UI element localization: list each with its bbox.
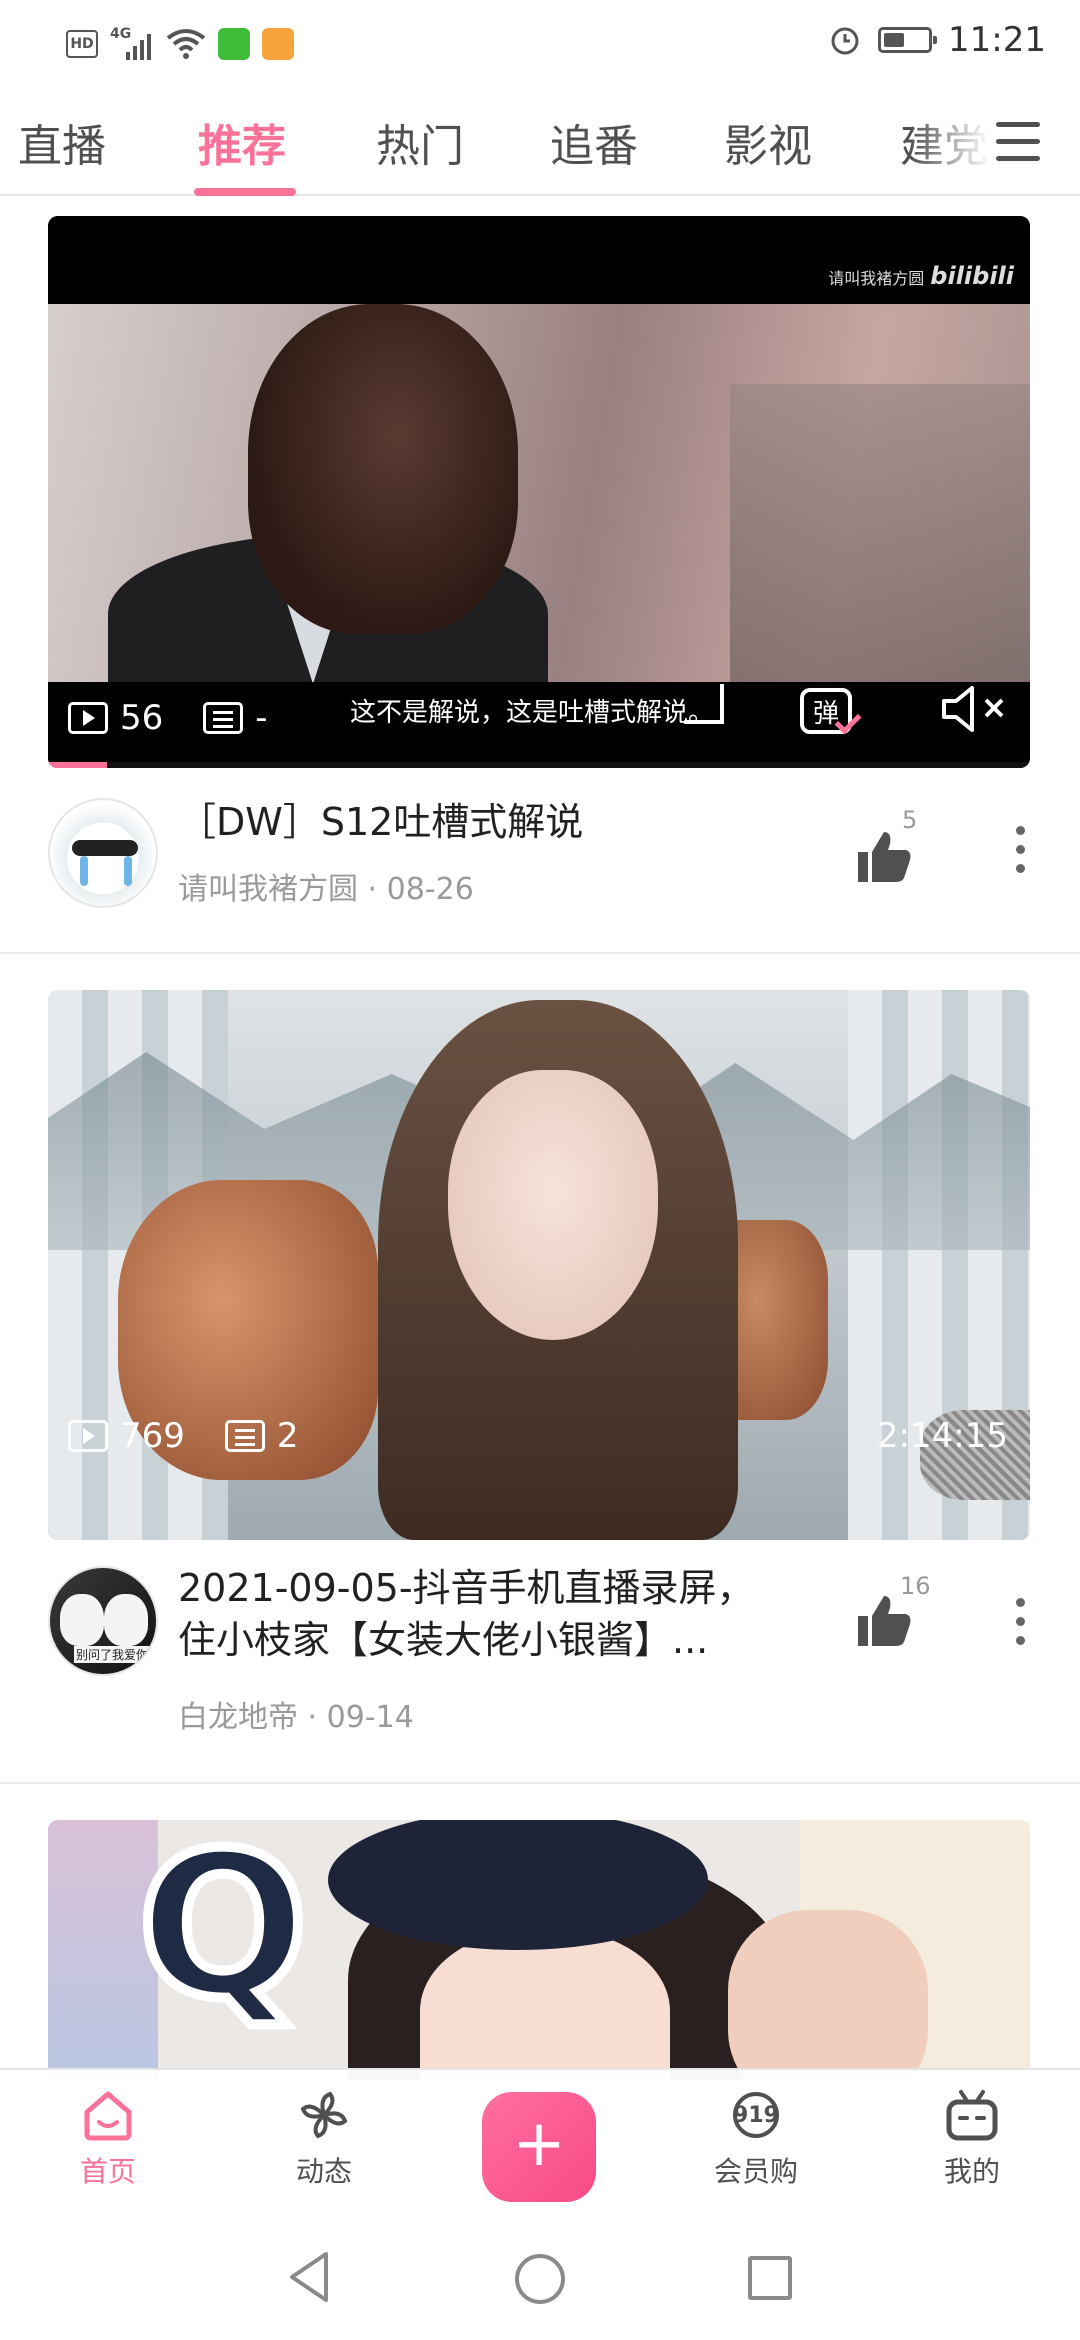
nav-mine-label: 我的 (943, 2155, 1000, 2188)
nav-home[interactable]: 首页 (48, 2088, 168, 2190)
alarm-icon (831, 27, 859, 55)
tab-live[interactable]: 直播 (18, 110, 106, 174)
fullscreen-icon[interactable] (684, 684, 724, 724)
play-count-icon (68, 1420, 108, 1452)
video-title[interactable]: 2021-09-05-抖音手机直播录屏，住小枝家【女装大佬小银酱】... (178, 1562, 768, 1666)
category-tabs: 直播 推荐 热门 追番 影视 建党 (0, 92, 1080, 196)
status-bar: HD 4G 11:21 (0, 0, 1080, 92)
video-stats: 769 2 (68, 1416, 299, 1456)
video-meta: ［DW］S12吐槽式解说 请叫我褚方圆 · 08-26 5 (0, 768, 1080, 908)
home-circle-icon[interactable] (515, 2254, 565, 2304)
vip-shop-icon: 919 (729, 2088, 783, 2142)
like-count: 5 (902, 806, 918, 834)
like-count: 16 (900, 1572, 931, 1600)
nav-vip-shop-label: 会员购 (713, 2155, 798, 2188)
tab-movies[interactable]: 影视 (724, 110, 812, 174)
video-watermark: 请叫我褚方圆 bilibili (828, 262, 1014, 290)
view-count: 56 (120, 698, 164, 738)
wifi-icon (166, 29, 206, 59)
video-app-icon (262, 28, 294, 60)
hd-icon: HD (66, 30, 98, 58)
danmaku-count: 2 (276, 1416, 299, 1456)
video-thumbnail[interactable]: 769 2 2:14:15 (48, 990, 1030, 1540)
status-icons-left: HD 4G (66, 26, 294, 62)
divider (0, 1782, 1080, 1784)
home-icon (81, 2088, 135, 2142)
recent-apps-icon[interactable] (748, 2256, 792, 2300)
tab-hot[interactable]: 热门 (376, 110, 464, 174)
more-options-icon[interactable] (1016, 826, 1028, 876)
nav-home-label: 首页 (79, 2155, 136, 2188)
video-title[interactable]: ［DW］S12吐槽式解说 (178, 796, 768, 848)
avatar[interactable]: 别问了我爱你 (48, 1566, 158, 1676)
mute-icon[interactable] (940, 684, 1020, 734)
more-options-icon[interactable] (1016, 1598, 1028, 1648)
nav-dynamics[interactable]: 动态 (264, 2088, 384, 2190)
danmaku-count-icon (224, 1420, 265, 1452)
danmaku-count: - (255, 698, 268, 738)
battery-icon (878, 27, 938, 53)
status-icons-right: 11:21 (828, 20, 1046, 60)
avatar-caption: 别问了我爱你 (74, 1646, 151, 1663)
cellular-signal-icon: 4G (110, 26, 154, 62)
video-byline[interactable]: 请叫我褚方圆 · 08-26 (178, 864, 474, 908)
iqiyi-app-icon (218, 28, 250, 60)
thumbs-up-icon[interactable] (856, 1592, 912, 1648)
video-thumbnail[interactable]: 请叫我褚方圆 bilibili 这不是解说，这是吐槽式解说。 56 - 弹 (48, 216, 1030, 768)
menu-icon[interactable] (996, 122, 1040, 162)
back-icon[interactable] (286, 2250, 334, 2304)
danmaku-toggle-button[interactable]: 弹 (796, 676, 866, 740)
thumbs-up-icon[interactable] (856, 828, 912, 884)
tab-fade (910, 92, 990, 192)
view-count: 769 (120, 1416, 185, 1456)
nav-dynamics-label: 动态 (295, 2155, 352, 2188)
bottom-nav: 首页 动态 + 919 会员购 我的 (0, 2068, 1080, 2214)
clock: 11:21 (948, 20, 1046, 60)
active-tab-indicator (194, 188, 296, 196)
tv-icon (945, 2088, 999, 2142)
play-count-icon (68, 702, 108, 734)
system-nav-bar (0, 2214, 1080, 2340)
tab-recommend[interactable]: 推荐 (198, 110, 286, 174)
video-stats: 56 - (68, 698, 268, 738)
video-duration: 2:14:15 (876, 1416, 1008, 1456)
nav-vip-shop[interactable]: 919 会员购 (696, 2088, 816, 2190)
thumbnail-overlay-letter: Q (133, 1820, 313, 2048)
video-meta: 别问了我爱你 2021-09-05-抖音手机直播录屏，住小枝家【女装大佬小银酱】… (0, 1540, 1080, 1735)
tab-anime[interactable]: 追番 (550, 110, 638, 174)
publish-button[interactable]: + (482, 2092, 596, 2202)
video-frame (48, 304, 1030, 694)
video-thumbnail[interactable]: Q (48, 1820, 1030, 2080)
avatar[interactable] (48, 798, 158, 908)
video-byline[interactable]: 白龙地帝 · 09-14 (178, 1692, 414, 1736)
video-subtitle: 这不是解说，这是吐槽式解说。 (350, 698, 715, 728)
pinwheel-icon (297, 2088, 351, 2142)
danmaku-count-icon (203, 702, 244, 734)
divider (0, 952, 1080, 954)
nav-mine[interactable]: 我的 (912, 2088, 1032, 2190)
